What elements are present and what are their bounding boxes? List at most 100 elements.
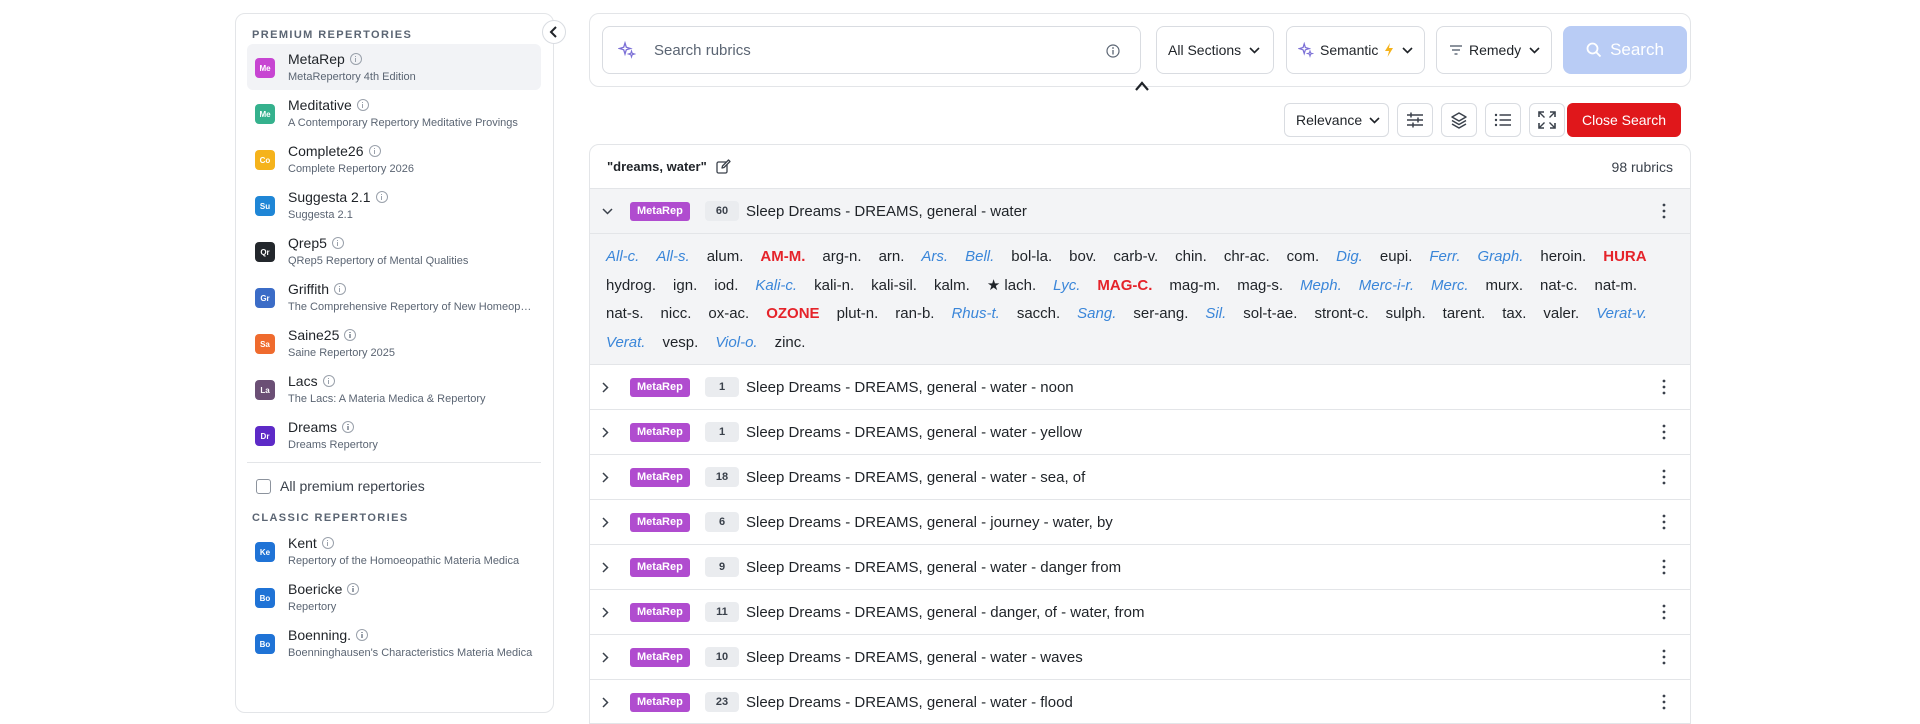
remedy-item[interactable]: MAG-C. bbox=[1097, 272, 1152, 301]
repertory-item-complete26[interactable]: Co Complete26 Complete Repertory 2026 bbox=[247, 136, 541, 182]
info-icon[interactable] bbox=[349, 53, 362, 65]
remedy-item[interactable]: nat-s. bbox=[606, 300, 644, 329]
repertory-item-boenning[interactable]: Bo Boenning. Boenninghausen's Characterist… bbox=[247, 620, 541, 666]
chevron-right-icon[interactable] bbox=[602, 517, 609, 528]
remedy-item[interactable]: Viol-o. bbox=[715, 329, 757, 358]
rubric-row[interactable]: MetaRep 1 Sleep Dreams - DREAMS, general -… bbox=[590, 410, 1690, 455]
repertory-item-meditative[interactable]: Me Meditative A Contemporary Repertory Med… bbox=[247, 90, 541, 136]
remedy-item[interactable]: All-c. bbox=[606, 243, 639, 272]
info-icon[interactable] bbox=[347, 583, 360, 595]
remedy-item[interactable]: All-s. bbox=[656, 243, 689, 272]
info-icon[interactable] bbox=[322, 375, 335, 387]
chevron-right-icon[interactable] bbox=[602, 472, 609, 483]
search-button[interactable]: Search bbox=[1563, 26, 1687, 74]
remedy-item[interactable]: Bell. bbox=[965, 243, 994, 272]
remedy-item[interactable]: chin. bbox=[1175, 243, 1207, 272]
info-icon[interactable] bbox=[356, 629, 369, 641]
remedy-item[interactable]: Verat-v. bbox=[1596, 300, 1647, 329]
remedy-item[interactable]: tax. bbox=[1502, 300, 1526, 329]
repertory-item-suggesta-2-1[interactable]: Su Suggesta 2.1 Suggesta 2.1 bbox=[247, 182, 541, 228]
info-icon[interactable] bbox=[333, 283, 346, 295]
remedy-item[interactable]: ★ lach. bbox=[987, 272, 1036, 301]
more-options-icon[interactable] bbox=[1662, 469, 1666, 485]
close-search-button[interactable]: Close Search bbox=[1567, 103, 1681, 137]
rubric-row[interactable]: MetaRep 9 Sleep Dreams - DREAMS, general -… bbox=[590, 545, 1690, 590]
repertory-item-griffith[interactable]: Gr Griffith The Comprehensive Repertory of… bbox=[247, 274, 541, 320]
remedy-item[interactable]: plut-n. bbox=[837, 300, 879, 329]
more-options-icon[interactable] bbox=[1662, 604, 1666, 620]
remedy-item[interactable]: sacch. bbox=[1017, 300, 1060, 329]
remedy-item[interactable]: mag-m. bbox=[1169, 272, 1220, 301]
repertory-item-kent[interactable]: Ke Kent Repertory of the Homoeopathic Mate… bbox=[247, 528, 541, 574]
search-input[interactable] bbox=[654, 41, 1094, 59]
rubric-row[interactable]: MetaRep 18 Sleep Dreams - DREAMS, general … bbox=[590, 455, 1690, 500]
remedy-item[interactable]: mag-s. bbox=[1237, 272, 1283, 301]
remedy-item[interactable]: eupi. bbox=[1380, 243, 1413, 272]
chevron-right-icon[interactable] bbox=[602, 427, 609, 438]
more-options-icon[interactable] bbox=[1662, 379, 1666, 395]
list-view-button[interactable] bbox=[1485, 103, 1521, 137]
info-icon[interactable] bbox=[375, 191, 388, 203]
remedy-item[interactable]: Lyc. bbox=[1053, 272, 1080, 301]
remedy-item[interactable]: nat-m. bbox=[1595, 272, 1638, 301]
remedy-item[interactable]: tarent. bbox=[1443, 300, 1486, 329]
repertory-item-saine25[interactable]: Sa Saine25 Saine Repertory 2025 bbox=[247, 320, 541, 366]
remedy-item[interactable]: kali-sil. bbox=[871, 272, 917, 301]
filter-settings-button[interactable] bbox=[1397, 103, 1433, 137]
remedy-item[interactable]: zinc. bbox=[775, 329, 806, 358]
remedy-item[interactable]: bov. bbox=[1069, 243, 1096, 272]
remedy-dropdown[interactable]: Remedy bbox=[1436, 26, 1552, 74]
remedy-item[interactable]: nicc. bbox=[661, 300, 692, 329]
repertory-item-qrep5[interactable]: Qr Qrep5 QRep5 Repertory of Mental Qualiti… bbox=[247, 228, 541, 274]
remedy-item[interactable]: alum. bbox=[707, 243, 744, 272]
repertory-item-lacs[interactable]: La Lacs The Lacs: A Materia Medica & Reper… bbox=[247, 366, 541, 412]
remedy-item[interactable]: chr-ac. bbox=[1224, 243, 1270, 272]
repertory-item-dreams[interactable]: Dr Dreams Dreams Repertory bbox=[247, 412, 541, 458]
fullscreen-button[interactable] bbox=[1529, 103, 1565, 137]
remedy-item[interactable]: Sil. bbox=[1205, 300, 1226, 329]
more-options-icon[interactable] bbox=[1662, 514, 1666, 530]
remedy-item[interactable]: iod. bbox=[714, 272, 738, 301]
remedy-item[interactable]: ran-b. bbox=[895, 300, 934, 329]
remedy-item[interactable]: carb-v. bbox=[1113, 243, 1158, 272]
chevron-right-icon[interactable] bbox=[602, 382, 609, 393]
remedy-item[interactable]: nat-c. bbox=[1540, 272, 1578, 301]
more-options-icon[interactable] bbox=[1662, 559, 1666, 575]
remedy-item[interactable]: Sang. bbox=[1077, 300, 1116, 329]
more-options-icon[interactable] bbox=[1662, 203, 1666, 219]
remedy-item[interactable]: bol-la. bbox=[1011, 243, 1052, 272]
remedy-item[interactable]: kalm. bbox=[934, 272, 970, 301]
all-premium-checkbox[interactable] bbox=[256, 478, 271, 494]
edit-icon[interactable] bbox=[716, 159, 731, 174]
sort-dropdown[interactable]: Relevance bbox=[1284, 103, 1389, 137]
rubric-row[interactable]: MetaRep 1 Sleep Dreams - DREAMS, general -… bbox=[590, 365, 1690, 410]
rubric-row[interactable]: MetaRep 6 Sleep Dreams - DREAMS, general -… bbox=[590, 500, 1690, 545]
layers-button[interactable] bbox=[1441, 103, 1477, 137]
remedy-item[interactable]: Ars. bbox=[921, 243, 948, 272]
remedy-item[interactable]: Merc. bbox=[1431, 272, 1469, 301]
remedy-item[interactable]: hydrog. bbox=[606, 272, 656, 301]
remedy-item[interactable]: Kali-c. bbox=[755, 272, 797, 301]
info-icon[interactable] bbox=[331, 237, 344, 249]
rubric-row[interactable]: MetaRep 11 Sleep Dreams - DREAMS, general … bbox=[590, 590, 1690, 635]
remedy-item[interactable]: sulph. bbox=[1386, 300, 1426, 329]
remedy-item[interactable]: valer. bbox=[1543, 300, 1579, 329]
remedy-item[interactable]: ser-ang. bbox=[1133, 300, 1188, 329]
info-icon[interactable] bbox=[356, 99, 369, 111]
remedy-item[interactable]: OZONE bbox=[766, 300, 819, 329]
info-icon[interactable] bbox=[344, 329, 357, 341]
remedy-item[interactable]: Merc-i-r. bbox=[1359, 272, 1414, 301]
remedy-item[interactable]: Meph. bbox=[1300, 272, 1342, 301]
rubric-row[interactable]: MetaRep 60 Sleep Dreams - DREAMS, general … bbox=[590, 189, 1690, 234]
rubric-row[interactable]: MetaRep 23 Sleep Dreams - DREAMS, general … bbox=[590, 680, 1690, 723]
chevron-up-icon[interactable] bbox=[1132, 78, 1152, 94]
remedy-item[interactable]: com. bbox=[1287, 243, 1320, 272]
chevron-right-icon[interactable] bbox=[602, 652, 609, 663]
repertory-item-metarep[interactable]: Me MetaRep MetaRepertory 4th Edition bbox=[247, 44, 541, 90]
remedy-item[interactable]: vesp. bbox=[662, 329, 698, 358]
chevron-right-icon[interactable] bbox=[602, 562, 609, 573]
remedy-item[interactable]: AM-M. bbox=[760, 243, 805, 272]
more-options-icon[interactable] bbox=[1662, 694, 1666, 710]
collapse-sidebar-button[interactable] bbox=[542, 20, 566, 44]
sections-dropdown[interactable]: All Sections bbox=[1156, 26, 1274, 74]
